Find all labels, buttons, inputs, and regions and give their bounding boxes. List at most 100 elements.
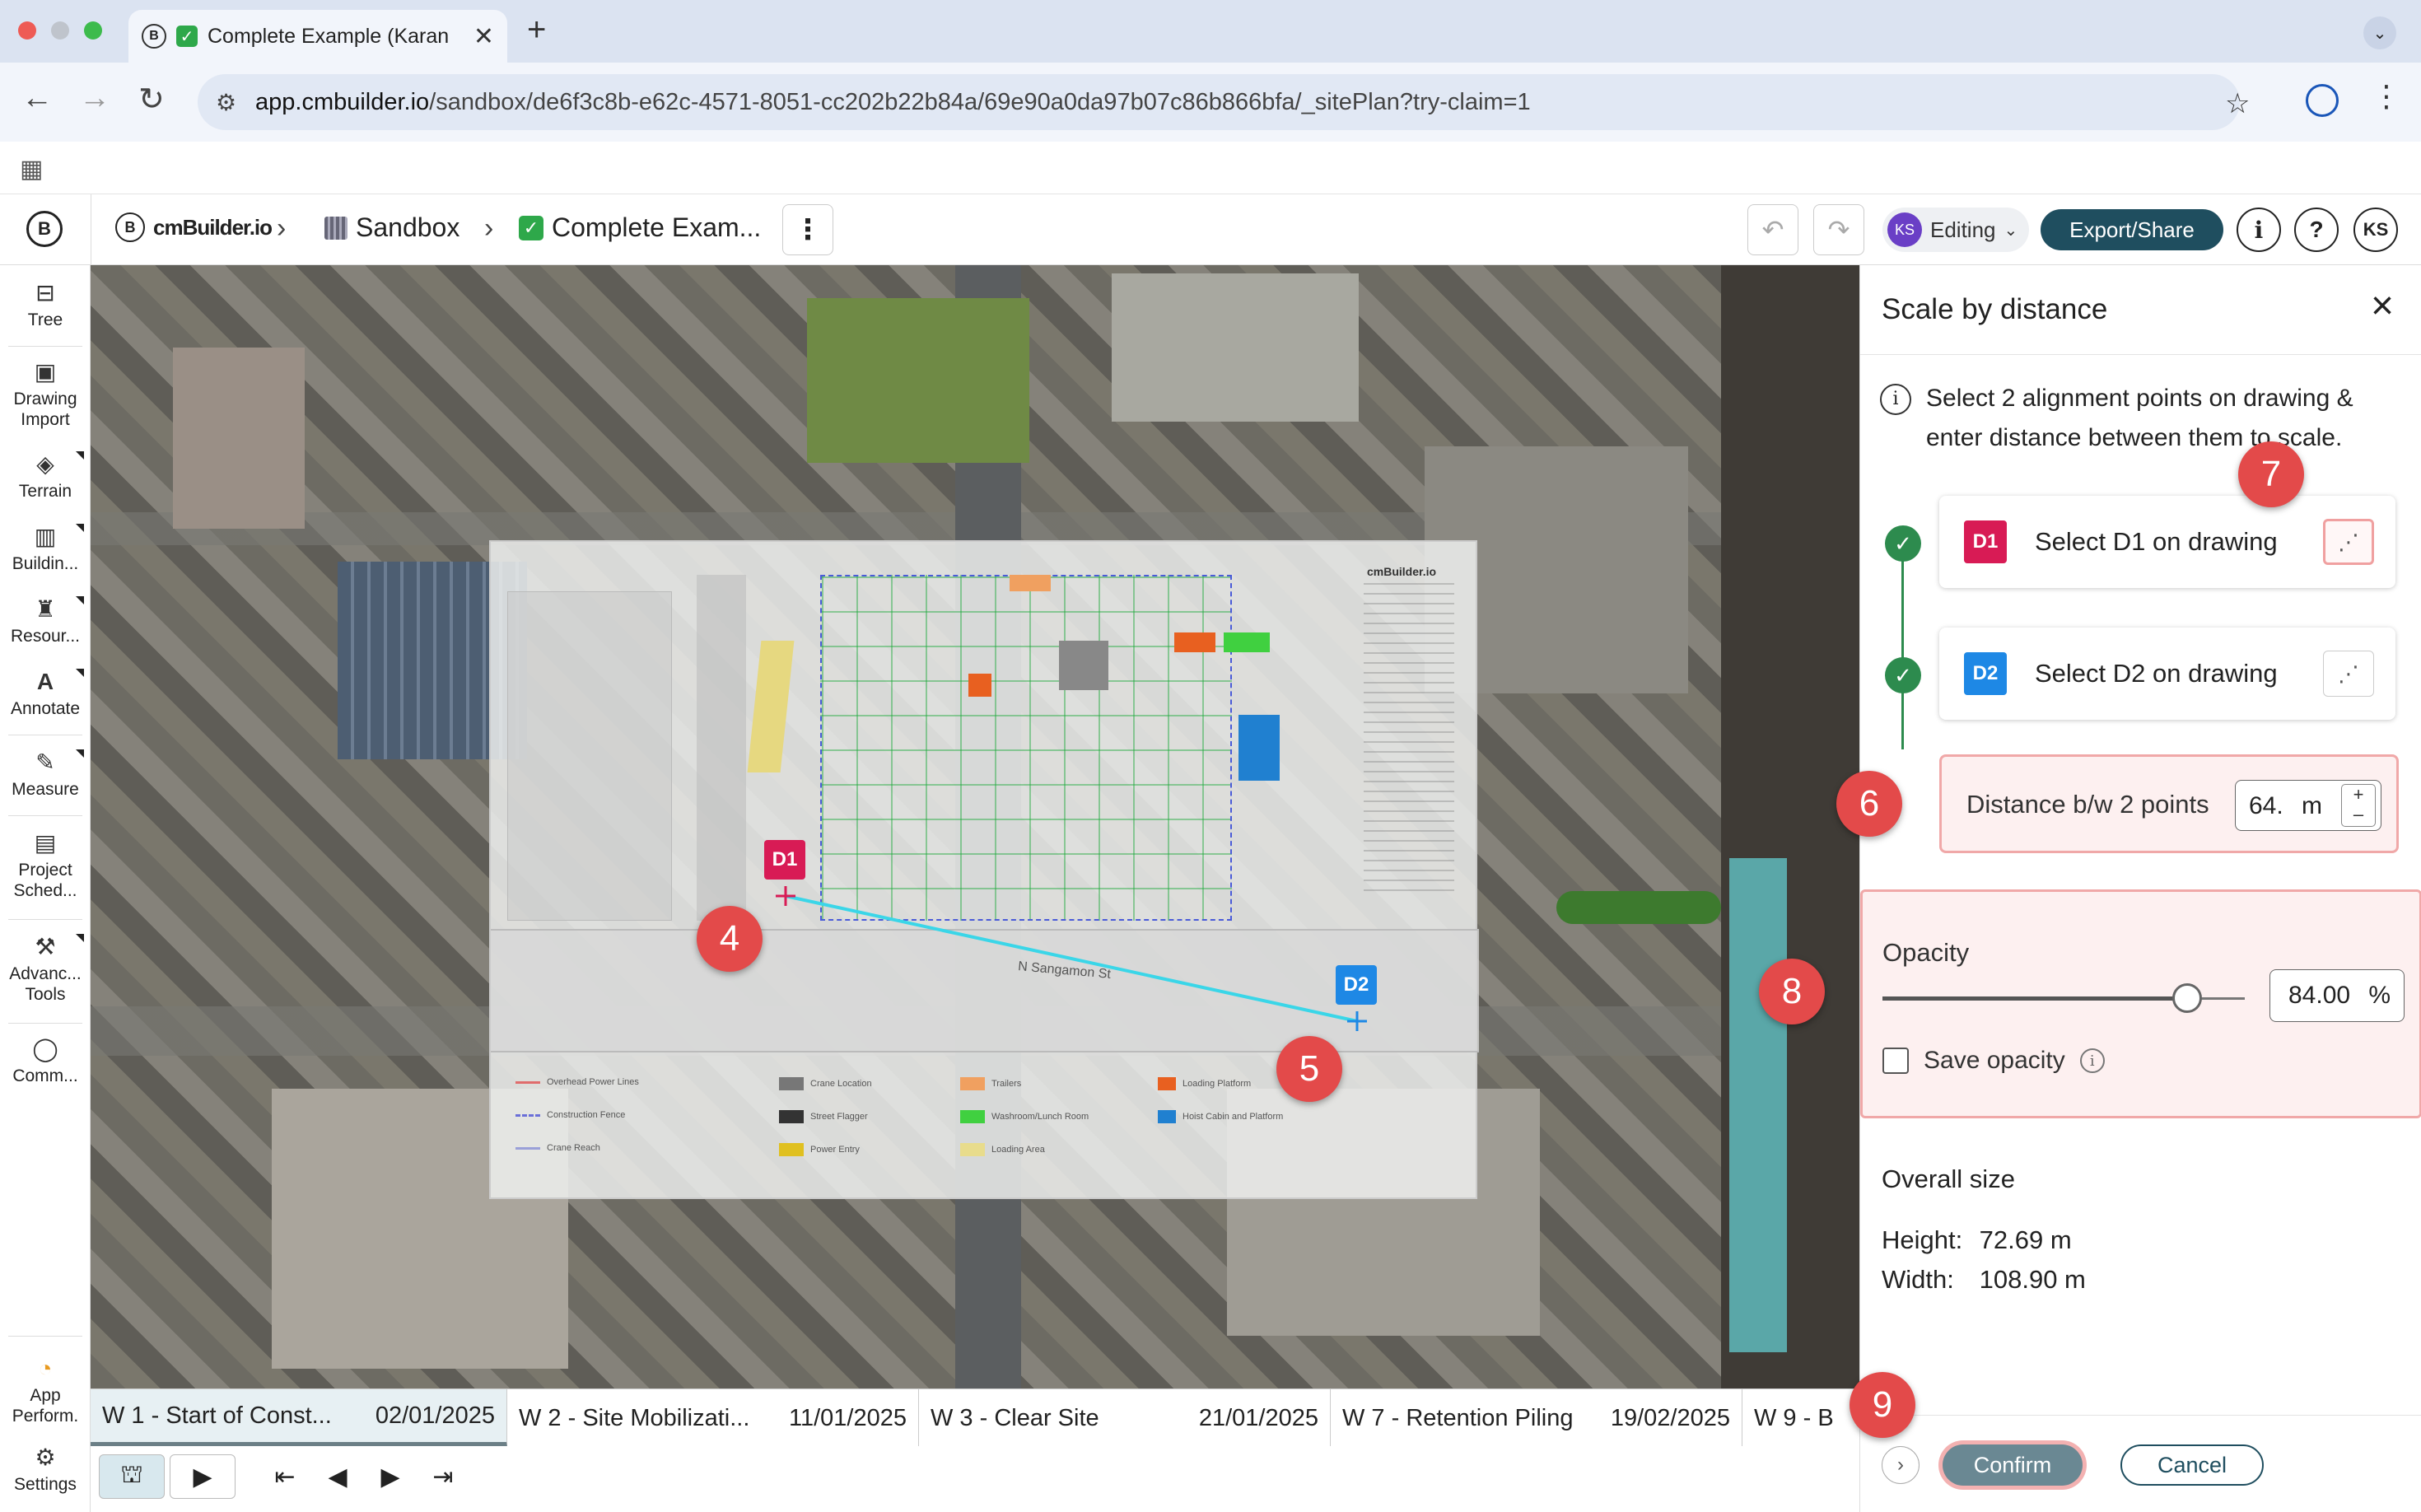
timeline-item[interactable]: W 1 - Start of Const... 02/01/2025 bbox=[91, 1389, 507, 1447]
opacity-slider[interactable] bbox=[1882, 983, 2245, 1013]
user-avatar-button[interactable]: KS bbox=[2353, 208, 2398, 252]
forward-icon[interactable]: → bbox=[79, 81, 110, 116]
opacity-input[interactable]: 84.00 % bbox=[2269, 969, 2405, 1022]
left-toolbar: ⊟ Tree ▣ Drawing Import ◈ Terrain ▥ Buil… bbox=[0, 265, 91, 1512]
url-host: app.cmbuilder.io bbox=[255, 88, 430, 115]
presentation-view-button[interactable]: ▶ bbox=[170, 1454, 236, 1499]
tree-icon: ⊟ bbox=[35, 280, 55, 306]
help-button[interactable]: ? bbox=[2294, 208, 2339, 252]
reload-icon[interactable]: ↻ bbox=[138, 81, 165, 118]
undo-button[interactable]: ↶ bbox=[1747, 204, 1798, 255]
tool-label: Comm... bbox=[12, 1066, 78, 1085]
window-zoom-button[interactable] bbox=[84, 21, 102, 40]
tool-settings[interactable]: ⚙ Settings bbox=[0, 1444, 91, 1495]
back-icon[interactable]: ← bbox=[21, 81, 53, 116]
chevron-down-icon: ⌄ bbox=[2004, 221, 2018, 240]
opacity-unit: % bbox=[2368, 982, 2391, 1009]
d1-marker[interactable]: D1 bbox=[764, 840, 805, 880]
panel-footer-divider bbox=[1860, 1415, 2421, 1416]
d2-done-check-icon: ✓ bbox=[1885, 657, 1921, 693]
info-button[interactable]: i bbox=[2237, 208, 2281, 252]
opacity-slider-thumb[interactable] bbox=[2171, 983, 2202, 1013]
browser-menu-icon[interactable]: ⋮ bbox=[2372, 79, 2401, 114]
project-more-button[interactable]: ⋮ bbox=[782, 204, 833, 255]
url-input[interactable]: ⚙ app.cmbuilder.io/sandbox/de6f3c8b-e62c… bbox=[198, 74, 2240, 130]
tool-advanced-tools[interactable]: ⚒ Advanc... Tools bbox=[0, 934, 91, 1005]
timeline-item[interactable]: W 9 - B bbox=[1742, 1389, 1859, 1447]
ruler-icon: ✎ bbox=[35, 749, 55, 775]
close-icon[interactable]: × bbox=[2371, 287, 2394, 326]
timeline-item[interactable]: W 7 - Retention Piling 19/02/2025 bbox=[1331, 1389, 1742, 1447]
tool-divider bbox=[8, 815, 82, 816]
panel-divider bbox=[1860, 354, 2421, 355]
bookmark-star-icon[interactable]: ☆ bbox=[2225, 87, 2250, 120]
first-step-button[interactable]: ⇤ bbox=[264, 1454, 306, 1499]
redo-button[interactable]: ↷ bbox=[1813, 204, 1864, 255]
select-d2-card[interactable]: D2 Select D2 on drawing ⋰ bbox=[1939, 628, 2395, 720]
distance-stepper[interactable]: + – bbox=[2341, 784, 2376, 827]
timeline-item-date: 02/01/2025 bbox=[375, 1402, 495, 1429]
save-opacity-checkbox[interactable] bbox=[1882, 1048, 1909, 1074]
tab-search-icon[interactable]: ⌄ bbox=[2363, 16, 2396, 49]
breadcrumb-project[interactable]: ✓ Complete Exam... bbox=[519, 212, 761, 243]
expand-panel-button[interactable]: › bbox=[1882, 1446, 1920, 1484]
step-5-callout: 5 bbox=[1276, 1036, 1342, 1102]
apps-grid-icon[interactable]: ▦ bbox=[20, 155, 43, 184]
tool-project-schedule[interactable]: ▤ Project Sched... bbox=[0, 830, 91, 901]
pick-d1-button[interactable]: ⋰ bbox=[2323, 519, 2374, 565]
site-plan-view-button[interactable]: ⛫ bbox=[99, 1454, 165, 1499]
timeline-item[interactable]: W 2 - Site Mobilizati... 11/01/2025 bbox=[507, 1389, 919, 1447]
window-close-button[interactable] bbox=[18, 21, 36, 40]
tool-buildings[interactable]: ▥ Buildin... bbox=[0, 524, 91, 574]
distance-unit: m bbox=[2302, 792, 2322, 819]
d2-badge: D2 bbox=[1964, 652, 2007, 695]
select-d1-card[interactable]: D1 Select D1 on drawing ⋰ bbox=[1939, 496, 2395, 588]
map-canvas[interactable]: cmBuilder.io N Sangamon St Overhead Powe… bbox=[91, 265, 1859, 1388]
previous-step-button[interactable]: ◀ bbox=[316, 1454, 359, 1499]
export-share-button[interactable]: Export/Share bbox=[2041, 209, 2223, 250]
distance-input[interactable]: 64. m + – bbox=[2235, 780, 2381, 831]
tool-measure[interactable]: ✎ Measure bbox=[0, 749, 91, 800]
width-value: 108.90 m bbox=[1979, 1265, 2086, 1294]
skip-last-icon: ⇥ bbox=[432, 1463, 454, 1491]
tool-annotate[interactable]: A Annotate bbox=[0, 669, 91, 719]
cancel-button[interactable]: Cancel bbox=[2120, 1444, 2264, 1486]
breadcrumb-sandbox[interactable]: Sandbox bbox=[324, 212, 459, 243]
select-d2-label: Select D2 on drawing bbox=[2035, 659, 2278, 688]
tools-icon: ⚒ bbox=[35, 934, 56, 959]
d1-done-check-icon: ✓ bbox=[1885, 525, 1921, 562]
site-settings-icon[interactable]: ⚙ bbox=[216, 89, 236, 116]
tool-app-performance[interactable]: ◔ App Perform. bbox=[0, 1356, 91, 1426]
pick-d2-button[interactable]: ⋰ bbox=[2323, 651, 2374, 697]
timeline-item[interactable]: W 3 - Clear Site 21/01/2025 bbox=[919, 1389, 1331, 1447]
comment-icon: ◯ bbox=[32, 1036, 58, 1062]
next-step-button[interactable]: ▶ bbox=[369, 1454, 412, 1499]
layers-icon: ◈ bbox=[36, 451, 54, 477]
gear-icon: ⚙ bbox=[35, 1444, 56, 1470]
submenu-indicator bbox=[76, 934, 84, 942]
profile-icon[interactable] bbox=[2306, 84, 2339, 117]
confirm-button[interactable]: Confirm bbox=[1943, 1444, 2083, 1486]
new-tab-icon[interactable]: + bbox=[527, 12, 546, 49]
breadcrumb-home[interactable]: B cmBuilder.io bbox=[115, 212, 273, 242]
info-icon[interactable]: i bbox=[2079, 1048, 2105, 1073]
tool-label: Drawing Import bbox=[13, 390, 77, 430]
last-step-button[interactable]: ⇥ bbox=[422, 1454, 464, 1499]
step-7-callout: 7 bbox=[2238, 441, 2304, 507]
tool-resources[interactable]: ♜ Resour... bbox=[0, 596, 91, 646]
tool-tree[interactable]: ⊟ Tree bbox=[0, 280, 91, 330]
url-path: /sandbox/de6f3c8b-e62c-4571-8051-cc202b2… bbox=[429, 88, 1531, 115]
skip-first-icon: ⇤ bbox=[274, 1463, 296, 1491]
tool-comments[interactable]: ◯ Comm... bbox=[0, 1036, 91, 1086]
pick-point-icon: ⋰ bbox=[2338, 660, 2359, 686]
app-logo-icon[interactable]: B bbox=[26, 211, 63, 247]
bookmarks-bar: ▦ bbox=[0, 142, 2421, 194]
tool-drawing-import[interactable]: ▣ Drawing Import bbox=[0, 359, 91, 430]
editing-mode-dropdown[interactable]: KS Editing ⌄ bbox=[1882, 208, 2029, 252]
submenu-indicator bbox=[76, 749, 84, 758]
close-tab-icon[interactable]: ✕ bbox=[473, 22, 494, 51]
browser-tab[interactable]: B ✓ Complete Example (Karan ✕ bbox=[128, 10, 507, 63]
window-minimize-button[interactable] bbox=[51, 21, 69, 40]
d2-marker[interactable]: D2 bbox=[1336, 965, 1377, 1005]
tool-terrain[interactable]: ◈ Terrain bbox=[0, 451, 91, 502]
